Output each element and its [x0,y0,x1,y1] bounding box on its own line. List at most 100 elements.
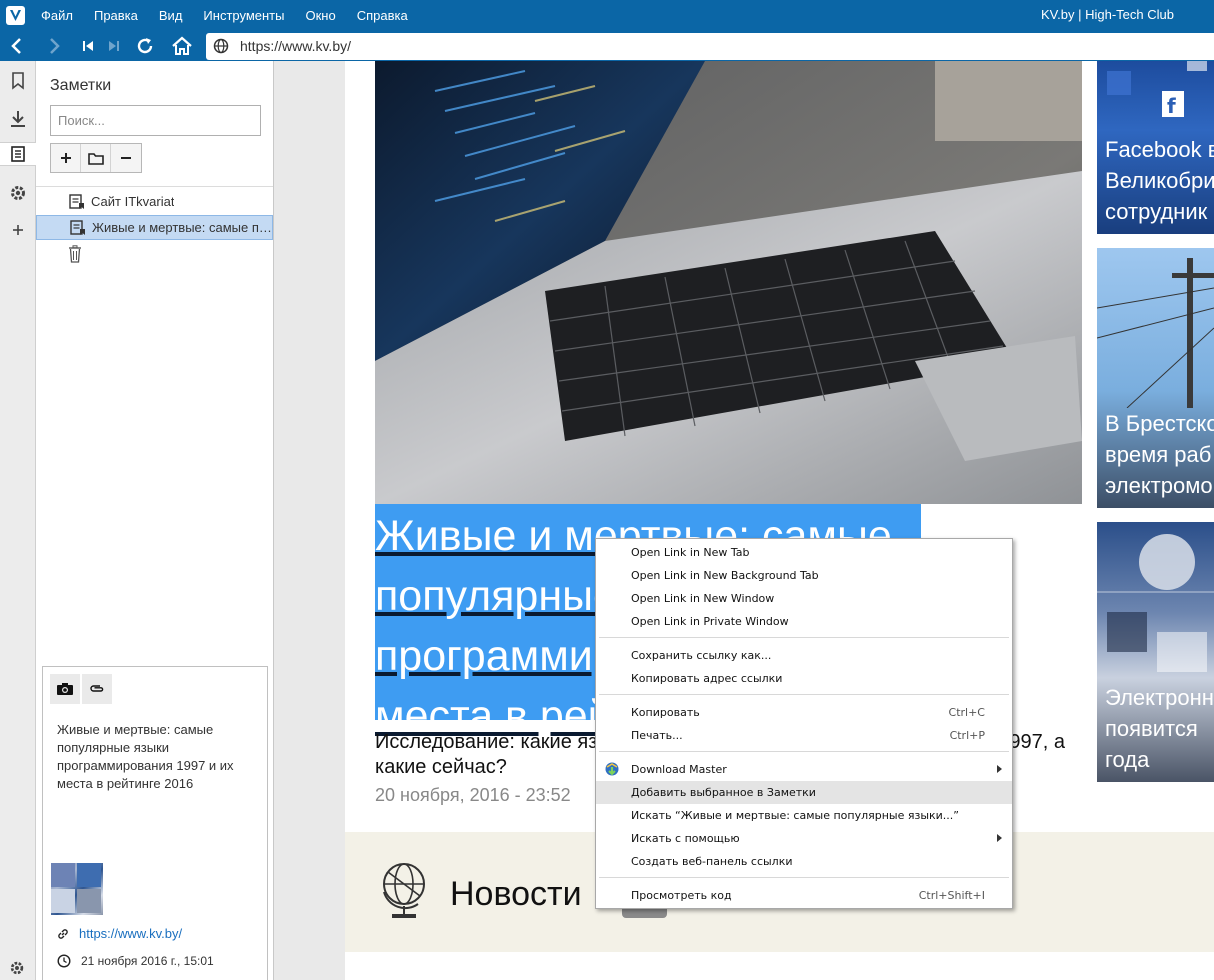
ctx-shortcut: Ctrl+Shift+I [918,889,985,902]
menu-help[interactable]: Справка [357,8,408,23]
card-text-line: сотрудник [1105,199,1208,224]
reload-button[interactable] [133,34,157,58]
side-panel-strip [0,61,36,980]
note-date-row: 21 ноября 2016 г., 15:01 [57,954,214,968]
bookmark-icon [12,72,24,90]
ctx-save-link-as[interactable]: Сохранить ссылку как... [596,644,1012,667]
laptop-image [375,61,1082,504]
back-button[interactable] [5,34,29,58]
ctx-open-new-window[interactable]: Open Link in New Window [596,587,1012,610]
note-item-label: Сайт ITkvariat [91,194,175,209]
ctx-create-web-panel[interactable]: Создать веб-панель ссылки [596,850,1012,873]
note-icon [70,219,85,235]
ctx-shortcut: Ctrl+C [948,706,985,719]
ctx-open-private-window[interactable]: Open Link in Private Window [596,610,1012,633]
panel-settings-button[interactable] [9,960,25,979]
ctx-open-background-tab[interactable]: Open Link in New Background Tab [596,564,1012,587]
note-url-link[interactable]: https://www.kv.by/ [79,926,182,941]
news-card[interactable]: В Брестско время раб электромо [1097,248,1214,508]
trash-item[interactable] [68,245,82,266]
news-section-title: Новости [450,875,582,913]
note-date: 21 ноября 2016 г., 15:01 [81,954,214,968]
menu-window[interactable]: Окно [305,8,335,23]
note-item-selected[interactable]: Живые и мертвые: самые популярные языки [36,215,273,240]
url-text: https://www.kv.by/ [240,38,351,54]
fastforward-icon [109,41,119,51]
home-button[interactable] [170,34,194,58]
delete-note-button[interactable] [111,144,141,172]
note-screenshot-thumbnail[interactable] [51,863,103,915]
menu-edit[interactable]: Правка [94,8,138,23]
notes-panel-button[interactable] [0,142,36,166]
note-url-row: https://www.kv.by/ [57,926,182,941]
clock-icon [57,954,71,968]
divider [36,186,273,187]
gear-icon [11,186,25,200]
fastforward-button[interactable] [102,34,126,58]
svg-text:f: f [1167,94,1176,118]
forward-button[interactable] [42,34,66,58]
ctx-label: Сохранить ссылку как... [631,649,772,662]
note-text[interactable]: Живые и мертвые: самые популярные языки … [57,721,257,793]
submenu-arrow-icon [997,765,1002,773]
ctx-separator [599,637,1009,638]
downloads-panel-button[interactable] [6,107,30,131]
bookmarks-panel-button[interactable] [6,69,30,93]
ctx-copy-link-address[interactable]: Копировать адрес ссылки [596,667,1012,690]
folder-icon [87,152,104,165]
ctx-label: Open Link in Private Window [631,615,789,628]
ctx-inspect[interactable]: Просмотреть код Ctrl+Shift+I [596,884,1012,907]
ctx-label: Печать... [631,729,683,742]
ctx-label: Искать с помощью [631,832,740,845]
ctx-download-master[interactable]: Download Master [596,758,1012,781]
ctx-label: Искать “Живые и мертвые: самые популярны… [631,809,959,822]
menu-tools[interactable]: Инструменты [203,8,284,23]
network-image [1097,534,1214,672]
notes-search-input[interactable] [50,105,261,136]
rewind-button[interactable] [76,34,100,58]
ctx-label: Просмотреть код [631,889,732,902]
article-hero-image[interactable] [375,61,1082,504]
add-note-button[interactable] [51,144,81,172]
note-item[interactable]: Сайт ITkvariat [36,189,273,214]
add-folder-button[interactable] [81,144,111,172]
settings-panel-button[interactable] [6,181,30,205]
ctx-separator [599,694,1009,695]
url-field[interactable]: https://www.kv.by/ [206,33,1214,60]
camera-icon [57,683,73,695]
card-text-line: года [1105,747,1150,772]
ctx-copy[interactable]: Копировать Ctrl+C [596,701,1012,724]
note-detail: Живые и мертвые: самые популярные языки … [42,666,268,980]
reload-icon [137,38,153,54]
context-menu: Open Link in New Tab Open Link in New Ba… [595,538,1013,909]
ctx-open-new-tab[interactable]: Open Link in New Tab [596,541,1012,564]
facebook-image: f [1107,61,1207,118]
card-text-line: электромо [1105,473,1213,498]
menu-file[interactable]: Файл [41,8,73,23]
ctx-add-to-notes[interactable]: Добавить выбранное в Заметки [596,781,1012,804]
vivaldi-logo-icon[interactable] [6,6,25,25]
ctx-label: Копировать [631,706,700,719]
menu-bar: Файл Правка Вид Инструменты Окно Справка… [0,0,1214,31]
card-text-line: Facebook в [1105,137,1214,162]
news-card[interactable]: Электронн появится года [1097,522,1214,782]
card-text-line: время раб [1105,442,1212,467]
attach-button[interactable] [82,674,112,704]
globe-icon [213,38,229,54]
ctx-label: Добавить выбранное в Заметки [631,786,816,799]
ctx-search-with[interactable]: Искать с помощью [596,827,1012,850]
paperclip-icon [90,685,104,692]
card-text-line: появится [1105,716,1198,741]
ctx-label: Open Link in New Background Tab [631,569,819,582]
news-card[interactable]: f Facebook в Великобри сотрудник [1097,61,1214,234]
screenshot-button[interactable] [50,674,80,704]
add-web-panel-button[interactable] [6,218,30,242]
article-date: 20 ноября, 2016 - 23:52 [375,785,571,805]
panel-title: Заметки [50,77,112,94]
ctx-print[interactable]: Печать... Ctrl+P [596,724,1012,747]
link-icon [58,928,68,939]
ctx-label: Open Link in New Tab [631,546,750,559]
menu-view[interactable]: Вид [159,8,183,23]
ctx-search-selection[interactable]: Искать “Живые и мертвые: самые популярны… [596,804,1012,827]
rewind-icon [83,41,93,51]
